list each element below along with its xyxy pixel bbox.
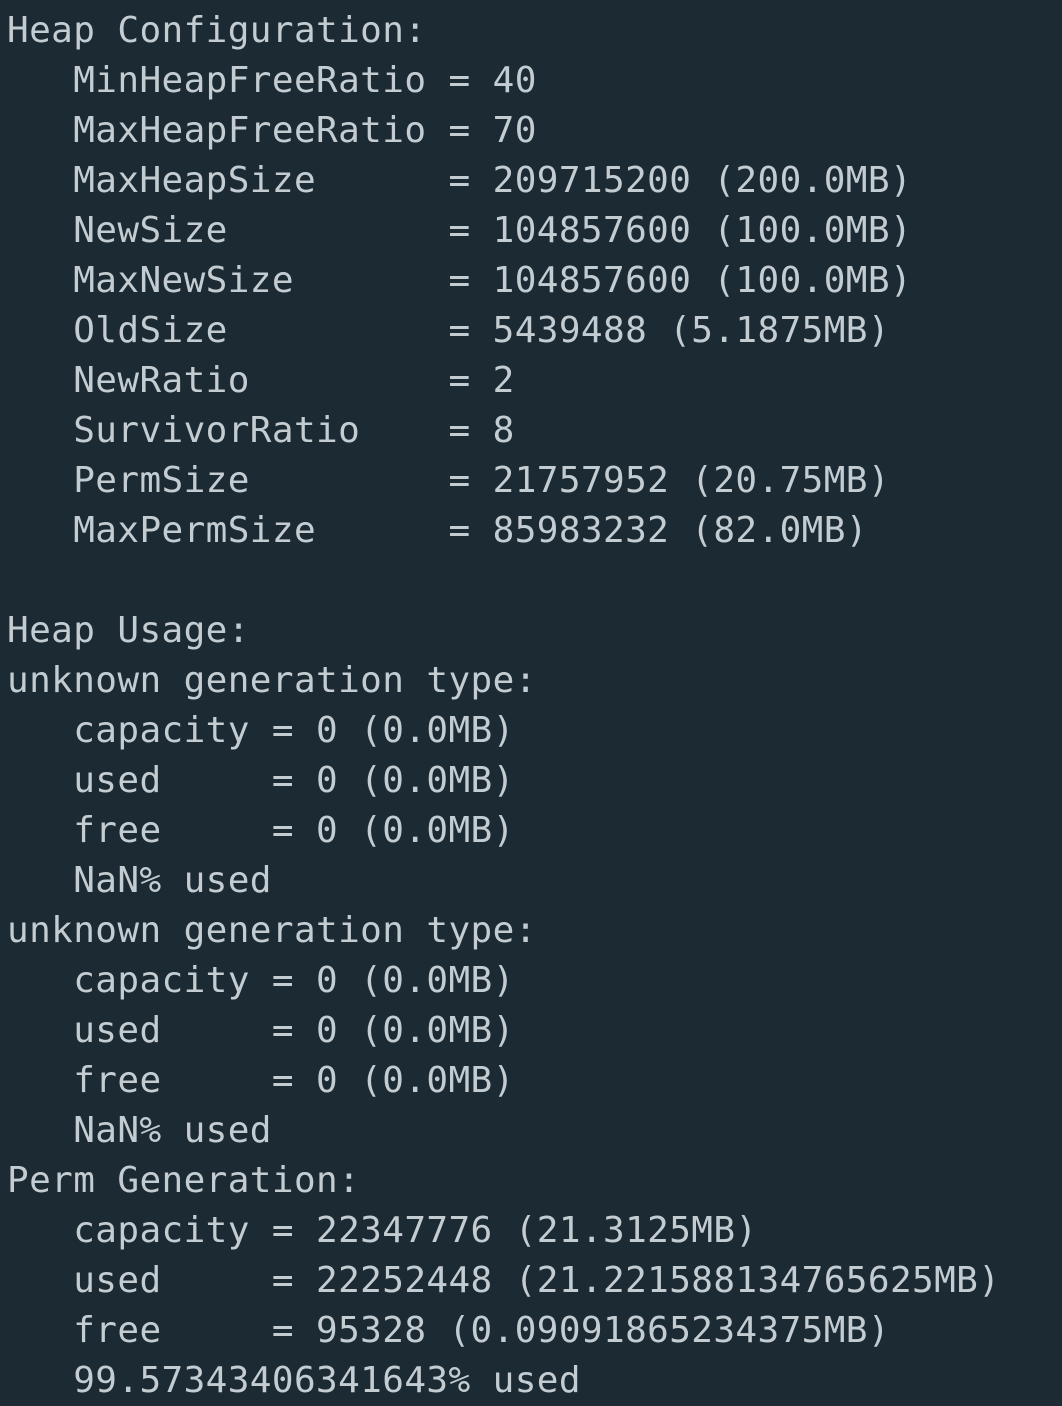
config-old-size: OldSize = 5439488 (5.1875MB): [7, 310, 890, 351]
perm-generation-capacity: capacity = 22347776 (21.3125MB): [7, 1210, 758, 1251]
config-perm-size: PermSize = 21757952 (20.75MB): [7, 460, 890, 501]
config-min-heap-free-ratio: MinHeapFreeRatio = 40: [7, 60, 537, 101]
generation-2-capacity: capacity = 0 (0.0MB): [7, 960, 515, 1001]
heap-configuration-header: Heap Configuration:: [7, 10, 427, 51]
generation-1-percent-used: NaN% used: [7, 860, 272, 901]
config-survivor-ratio: SurvivorRatio = 8: [7, 410, 515, 451]
heap-usage-header: Heap Usage:: [7, 610, 250, 651]
generation-1-free: free = 0 (0.0MB): [7, 810, 515, 851]
config-new-size: NewSize = 104857600 (100.0MB): [7, 210, 913, 251]
terminal-output: Heap Configuration: MinHeapFreeRatio = 4…: [7, 6, 1062, 1406]
perm-generation-header: Perm Generation:: [7, 1160, 361, 1201]
perm-generation-used: used = 22252448 (21.221588134765625MB): [7, 1260, 1001, 1301]
generation-1-capacity: capacity = 0 (0.0MB): [7, 710, 515, 751]
generation-2-header: unknown generation type:: [7, 910, 537, 951]
config-max-new-size: MaxNewSize = 104857600 (100.0MB): [7, 260, 913, 301]
generation-2-used: used = 0 (0.0MB): [7, 1010, 515, 1051]
generation-1-used: used = 0 (0.0MB): [7, 760, 515, 801]
config-new-ratio: NewRatio = 2: [7, 360, 515, 401]
generation-2-percent-used: NaN% used: [7, 1110, 272, 1151]
config-max-perm-size: MaxPermSize = 85983232 (82.0MB): [7, 510, 868, 551]
config-max-heap-size: MaxHeapSize = 209715200 (200.0MB): [7, 160, 913, 201]
perm-generation-percent-used: 99.57343406341643% used: [7, 1360, 581, 1401]
generation-1-header: unknown generation type:: [7, 660, 537, 701]
generation-2-free: free = 0 (0.0MB): [7, 1060, 515, 1101]
config-max-heap-free-ratio: MaxHeapFreeRatio = 70: [7, 110, 537, 151]
perm-generation-free: free = 95328 (0.09091865234375MB): [7, 1310, 890, 1351]
